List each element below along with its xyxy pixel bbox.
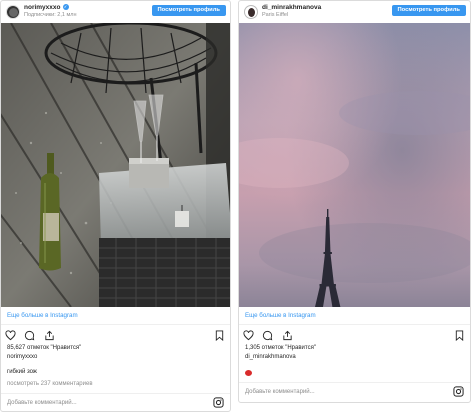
eiffel-tower-sky-image (239, 23, 470, 307)
comment-icon[interactable] (24, 330, 35, 341)
rainy-balcony-image (1, 23, 230, 307)
instagram-embed-post-1: norimyxxxo ✓ Подписчики: 2,1 млн Посмотре… (0, 0, 231, 412)
follower-count: Подписчики: 2,1 млн (24, 12, 77, 18)
likes-count[interactable]: 85,627 отметок "Нравится" (7, 345, 81, 351)
username[interactable]: di_minrakhmanova (262, 4, 321, 11)
view-profile-button[interactable]: Посмотреть профиль (391, 5, 466, 16)
avatar[interactable] (244, 5, 258, 19)
likes-count[interactable]: 1,305 отметок "Нравится" (245, 345, 316, 351)
bookmark-icon[interactable] (215, 330, 224, 341)
post-owner[interactable]: di_minrakhmanova (245, 354, 296, 360)
username-text[interactable]: norimyxxxo (24, 4, 61, 11)
view-comments-link[interactable]: посмотреть 237 комментариев (7, 381, 93, 387)
post-photo[interactable] (1, 23, 230, 307)
instagram-icon[interactable] (213, 397, 224, 408)
comment-icon[interactable] (262, 330, 273, 341)
more-in-instagram-link[interactable]: Еще больше в Instagram (245, 312, 316, 319)
post-caption: гибкий зож (7, 369, 37, 375)
post-actions (243, 330, 297, 342)
verified-icon: ✓ (62, 4, 69, 11)
view-profile-button[interactable]: Посмотреть профиль (151, 5, 226, 16)
add-comment-field[interactable]: Добавьте комментарий... (245, 389, 315, 395)
add-comment-field[interactable]: Добавьте комментарий... (7, 400, 77, 406)
username[interactable]: norimyxxxo ✓ (24, 4, 69, 11)
post-owner[interactable]: norimyxxxo (7, 354, 37, 360)
post-header: di_minrakhmanova Paris Eiffel Посмотреть… (239, 1, 470, 23)
divider (1, 393, 230, 394)
heart-icon[interactable] (243, 330, 254, 341)
bookmark-icon[interactable] (455, 330, 464, 341)
instagram-embed-post-2: di_minrakhmanova Paris Eiffel Посмотреть… (238, 0, 471, 403)
divider (239, 324, 470, 325)
post-header: norimyxxxo ✓ Подписчики: 2,1 млн Посмотре… (1, 1, 230, 23)
post-actions (5, 330, 59, 342)
heart-emoji-icon (245, 370, 252, 376)
divider (1, 324, 230, 325)
share-icon[interactable] (44, 330, 55, 341)
post-location[interactable]: Paris Eiffel (262, 12, 288, 18)
share-icon[interactable] (282, 330, 293, 341)
instagram-icon[interactable] (453, 386, 464, 397)
avatar[interactable] (6, 5, 20, 19)
more-in-instagram-link[interactable]: Еще больше в Instagram (7, 312, 78, 319)
divider (239, 382, 470, 383)
heart-icon[interactable] (5, 330, 16, 341)
post-photo[interactable] (239, 23, 470, 307)
